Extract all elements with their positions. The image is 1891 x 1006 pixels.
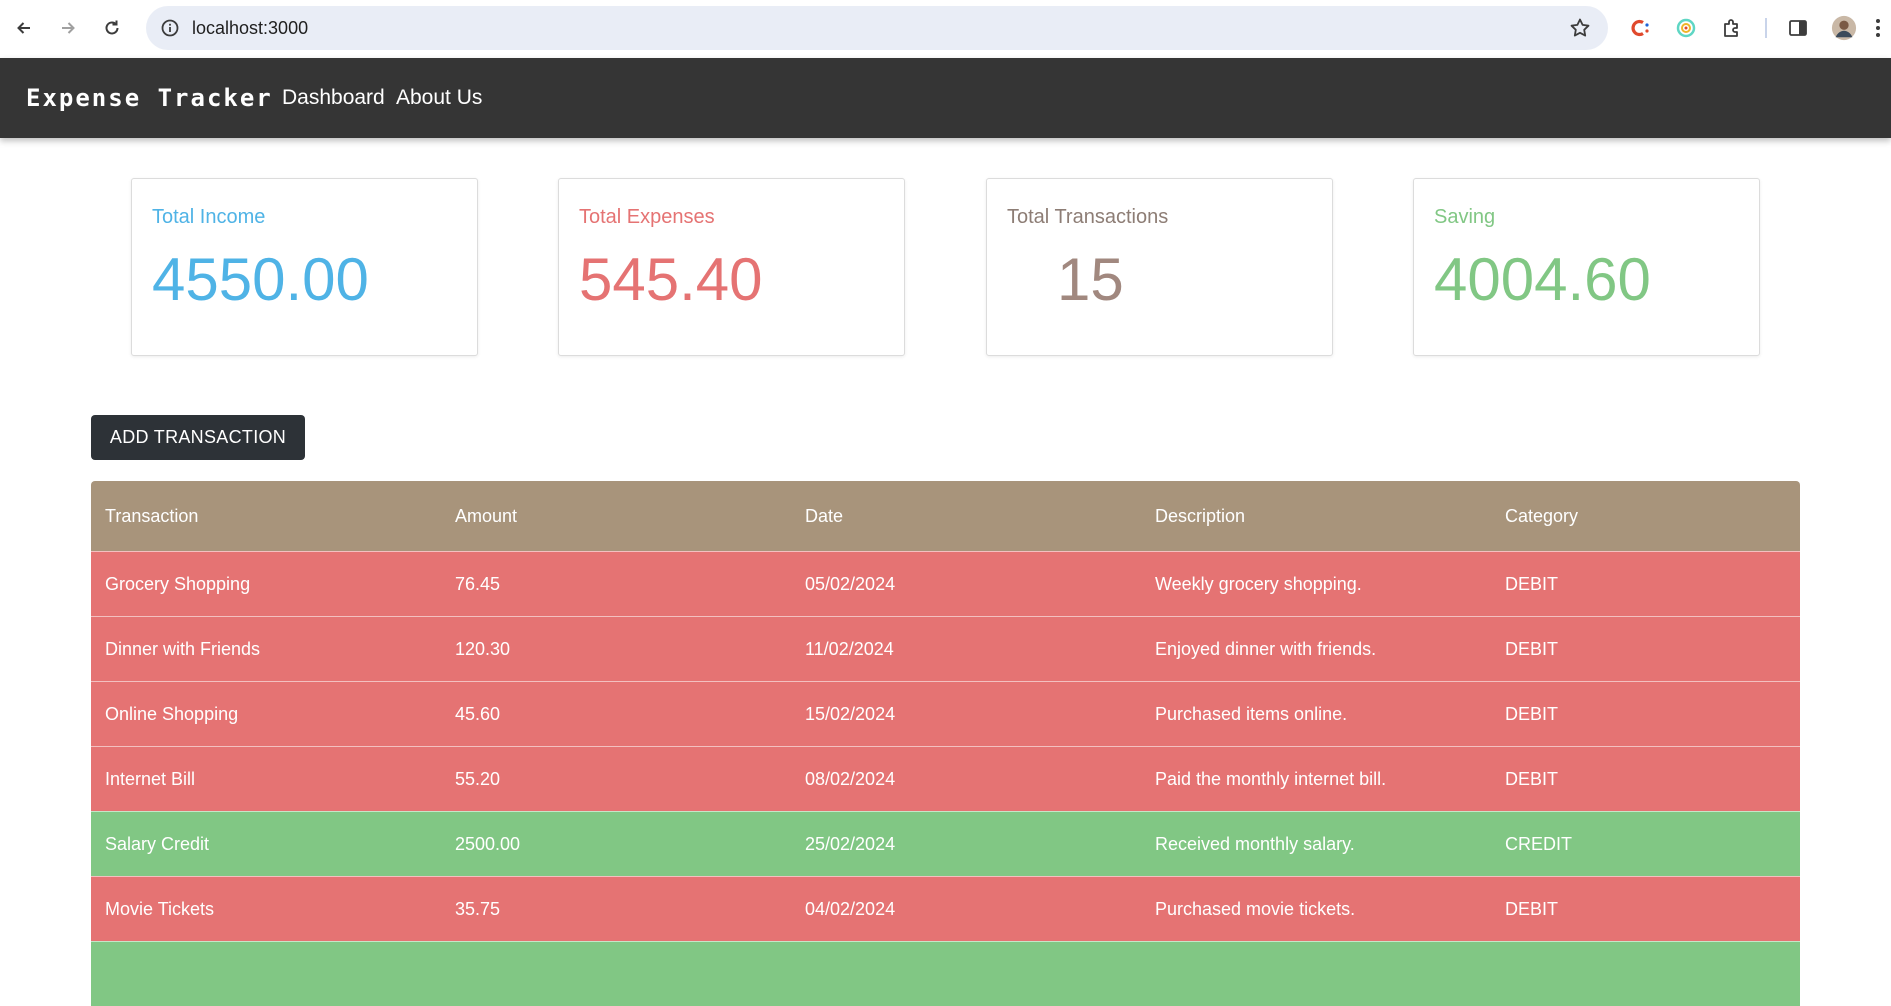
address-bar[interactable]: localhost:3000 bbox=[146, 6, 1608, 50]
cell-date: 08/02/2024 bbox=[805, 768, 896, 789]
forward-button[interactable] bbox=[52, 12, 84, 44]
cell-amount: 45.60 bbox=[455, 703, 501, 724]
bookmark-star-icon[interactable] bbox=[1568, 16, 1592, 40]
nav-about-us[interactable]: About Us bbox=[396, 86, 482, 110]
extensions-puzzle-icon[interactable] bbox=[1718, 14, 1746, 42]
cell-description: Enjoyed dinner with friends. bbox=[1155, 638, 1377, 659]
cell-description: Paid the monthly internet bill. bbox=[1155, 768, 1387, 789]
transactions-table: Transaction Amount Date Description Cate… bbox=[91, 481, 1800, 1006]
total-transactions-value: 15 bbox=[1057, 246, 1124, 313]
cell-description: Weekly grocery shopping. bbox=[1155, 573, 1362, 594]
header-category: Category bbox=[1505, 505, 1579, 526]
total-expenses-label: Total Expenses bbox=[579, 206, 715, 228]
table-row[interactable]: Internet Bill 55.20 08/02/2024 Paid the … bbox=[91, 746, 1800, 811]
cell-amount: 35.75 bbox=[455, 898, 501, 919]
cell-description: Purchased items online. bbox=[1155, 703, 1348, 724]
cell-transaction: Online Shopping bbox=[105, 703, 239, 724]
cell-description: Received monthly salary. bbox=[1155, 833, 1355, 854]
saving-card: Saving 4004.60 bbox=[1413, 178, 1760, 356]
profile-avatar[interactable] bbox=[1830, 14, 1858, 42]
cell-amount: 2500.00 bbox=[455, 833, 521, 854]
table-header-row: Transaction Amount Date Description Cate… bbox=[91, 481, 1800, 551]
cell-date: 04/02/2024 bbox=[805, 898, 896, 919]
nav-dashboard[interactable]: Dashboard bbox=[282, 86, 385, 110]
saving-label: Saving bbox=[1434, 206, 1496, 228]
table-row[interactable]: Movie Tickets 35.75 04/02/2024 Purchased… bbox=[91, 876, 1800, 941]
header-amount: Amount bbox=[455, 505, 518, 526]
cell-date: 05/02/2024 bbox=[805, 573, 896, 594]
total-income-label: Total Income bbox=[152, 206, 266, 228]
cell-category: DEBIT bbox=[1505, 898, 1559, 919]
reload-icon bbox=[105, 20, 119, 35]
side-panel-icon[interactable] bbox=[1784, 14, 1812, 42]
saving-value: 4004.60 bbox=[1434, 246, 1651, 313]
cell-transaction: Movie Tickets bbox=[105, 898, 215, 919]
toolbar-separator bbox=[1765, 18, 1767, 38]
header-date: Date bbox=[805, 505, 844, 526]
table-row[interactable]: Dinner with Friends 120.30 11/02/2024 En… bbox=[91, 616, 1800, 681]
arrow-left-icon bbox=[17, 22, 30, 34]
browser-toolbar: localhost:3000 bbox=[0, 0, 1891, 58]
total-income-value: 4550.00 bbox=[152, 246, 369, 313]
cell-category: CREDIT bbox=[1505, 833, 1572, 854]
extension-c-icon[interactable] bbox=[1626, 14, 1654, 42]
cell-amount: 120.30 bbox=[455, 638, 511, 659]
cell-category: DEBIT bbox=[1505, 768, 1559, 789]
cell-date: 11/02/2024 bbox=[805, 638, 894, 659]
cell-amount: 76.45 bbox=[455, 573, 501, 594]
extension-ring-icon[interactable] bbox=[1672, 14, 1700, 42]
total-expenses-card: Total Expenses 545.40 bbox=[558, 178, 905, 356]
table-row[interactable]: Online Shopping 45.60 15/02/2024 Purchas… bbox=[91, 681, 1800, 746]
header-transaction: Transaction bbox=[105, 505, 199, 526]
site-info-icon[interactable] bbox=[160, 18, 180, 38]
table-row-partial[interactable] bbox=[91, 941, 1800, 1006]
url-text[interactable]: localhost:3000 bbox=[192, 18, 308, 39]
brand-logo[interactable]: Expense Tracker bbox=[26, 84, 273, 112]
cell-amount: 55.20 bbox=[455, 768, 501, 789]
cell-transaction: Grocery Shopping bbox=[105, 573, 251, 594]
total-expenses-value: 545.40 bbox=[579, 246, 763, 313]
cell-category: DEBIT bbox=[1505, 573, 1559, 594]
cell-description: Purchased movie tickets. bbox=[1155, 898, 1356, 919]
table-row[interactable]: Grocery Shopping 76.45 05/02/2024 Weekly… bbox=[91, 551, 1800, 616]
app-navbar: Expense Tracker Dashboard About Us bbox=[0, 58, 1891, 138]
total-transactions-card: Total Transactions 15 bbox=[986, 178, 1333, 356]
reload-button[interactable] bbox=[96, 12, 128, 44]
cell-category: DEBIT bbox=[1505, 638, 1559, 659]
header-description: Description bbox=[1155, 505, 1246, 526]
total-income-card: Total Income 4550.00 bbox=[131, 178, 478, 356]
total-transactions-label: Total Transactions bbox=[1007, 206, 1169, 228]
cell-transaction: Salary Credit bbox=[105, 833, 210, 854]
cell-transaction: Dinner with Friends bbox=[105, 638, 261, 659]
browser-menu-icon[interactable] bbox=[1870, 14, 1886, 42]
cell-transaction: Internet Bill bbox=[105, 768, 196, 789]
back-button[interactable] bbox=[8, 12, 40, 44]
cell-date: 15/02/2024 bbox=[805, 703, 896, 724]
table-row[interactable]: Salary Credit 2500.00 25/02/2024 Receive… bbox=[91, 811, 1800, 876]
cell-category: DEBIT bbox=[1505, 703, 1559, 724]
add-transaction-button[interactable]: ADD TRANSACTION bbox=[91, 415, 305, 460]
arrow-right-icon bbox=[62, 22, 75, 34]
cell-date: 25/02/2024 bbox=[805, 833, 896, 854]
